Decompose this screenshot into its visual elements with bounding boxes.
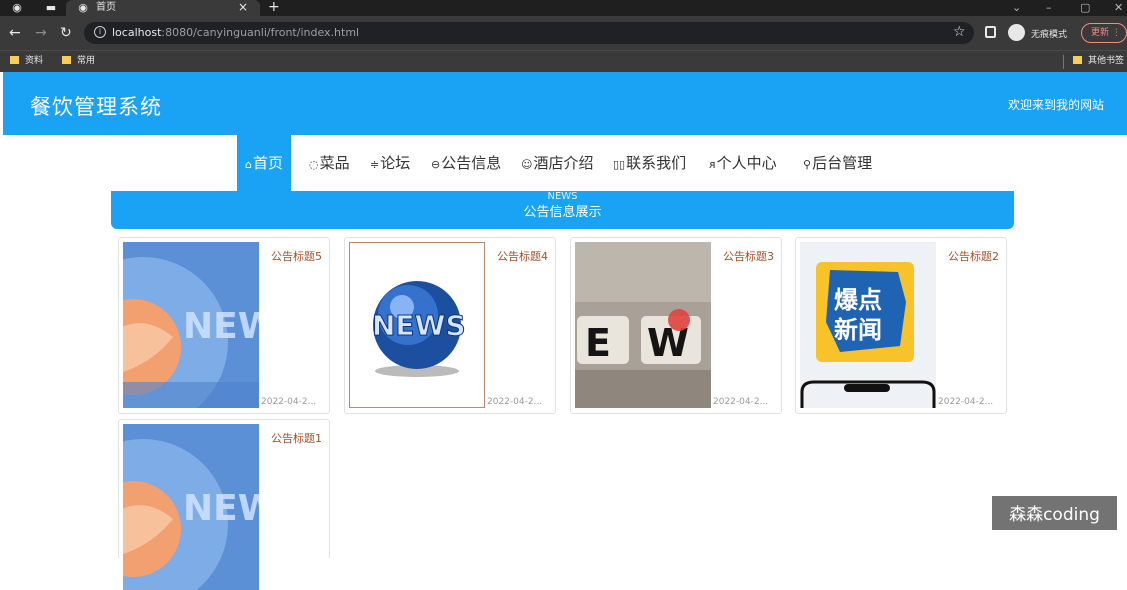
bookmark-ziliao[interactable]: 资料 <box>10 55 43 68</box>
nav-item-label: 个人中心 <box>716 154 777 172</box>
nav-item-label: 菜品 <box>319 154 350 172</box>
incognito-icon[interactable] <box>1008 24 1025 41</box>
card-date: 2022-04-2... <box>487 397 543 407</box>
news-word: NEWS <box>183 488 259 529</box>
bookmark-changyong[interactable]: 常用 <box>62 55 95 68</box>
card-title[interactable]: 公告标题5 <box>271 248 322 264</box>
dice-letter: E <box>585 321 611 365</box>
window-close-icon[interactable]: ✕ <box>1114 0 1123 15</box>
nav-item-dishes[interactable]: ◌菜品 <box>309 135 350 191</box>
nav-item-home[interactable]: ⌂首页 <box>237 135 291 191</box>
news-thumbnail[interactable]: NEWS <box>349 242 485 408</box>
forum-icon: ≑ <box>370 158 380 171</box>
video-watermark: 森森coding <box>992 496 1117 530</box>
new-tab-icon[interactable]: + <box>268 0 280 15</box>
maximize-icon[interactable]: ▢ <box>1080 0 1090 15</box>
nav-item-forum[interactable]: ≑论坛 <box>370 135 410 191</box>
folder-icon <box>1073 56 1082 64</box>
section-title-cn: 公告信息展示 <box>523 205 602 220</box>
announcement-icon: ⊖ <box>431 158 441 171</box>
site-title: 餐饮管理系统 <box>30 95 162 119</box>
bookmarks-bar: 资料 常用 其他书签 <box>0 50 1127 72</box>
nav-item-announcements[interactable]: ⊖公告信息 <box>431 135 501 191</box>
news-card[interactable]: NEWS 公告标题4 2022-04-2... <box>344 237 556 414</box>
news-thumbnail[interactable]: 爆点 新闻 <box>800 242 936 408</box>
bookmark-label: 资料 <box>25 56 44 66</box>
tab-overview-icon[interactable]: ▬ <box>44 1 58 15</box>
news-thumbnail[interactable]: NEWS <box>123 242 259 408</box>
card-title[interactable]: 公告标题3 <box>723 248 774 264</box>
browser-tab-strip: ◉ ▬ ◉ 首页 × + ⌄ – ▢ ✕ <box>0 0 1127 16</box>
update-button[interactable]: 更新 ⋮ <box>1081 23 1127 43</box>
news-card[interactable]: E W 公告标题3 2022-04-2... <box>570 237 782 414</box>
bookmark-star-icon[interactable]: ☆ <box>953 24 966 40</box>
news-card[interactable]: NEWS 公告标题5 2022-04-2... <box>118 237 330 414</box>
tab-favicon-icon: ◉ <box>78 1 88 14</box>
url-path: :8080/canyinguanli/front/index.html <box>161 26 360 39</box>
update-label: 更新 <box>1091 28 1110 38</box>
nav-item-label: 论坛 <box>380 154 411 172</box>
tab-title: 首页 <box>96 2 116 13</box>
side-panel-icon[interactable] <box>985 26 996 38</box>
minimize-icon[interactable]: – <box>1046 0 1052 15</box>
tab-close-icon[interactable]: × <box>238 0 248 15</box>
address-toolbar: ← → ↻ i localhost:8080/canyinguanli/fron… <box>0 16 1127 50</box>
folder-icon <box>62 56 71 64</box>
nav-item-label: 后台管理 <box>812 154 873 172</box>
nav-item-profile[interactable]: ᴙ个人中心 <box>709 135 777 191</box>
news-card[interactable]: NEWS 公告标题1 <box>118 419 330 590</box>
news-word: NEWS <box>372 309 466 342</box>
section-title-en: NEWS <box>547 191 578 202</box>
contact-icon: ▯▯ <box>613 158 626 171</box>
link-icon: ⚲ <box>803 158 812 171</box>
forward-arrow-icon[interactable]: → <box>35 24 47 42</box>
reload-icon[interactable]: ↻ <box>60 24 72 42</box>
other-bookmarks[interactable]: 其他书签 <box>1073 55 1124 68</box>
news-thumbnail[interactable]: E W <box>575 242 711 408</box>
bookmark-label: 常用 <box>77 56 96 66</box>
section-banner: NEWS 公告信息展示 <box>111 191 1014 229</box>
tab-search-icon[interactable]: ⌄ <box>1012 0 1021 15</box>
card-title[interactable]: 公告标题1 <box>271 430 322 446</box>
folder-icon <box>10 56 19 64</box>
site-header: 餐饮管理系统 欢迎来到我的网站 <box>3 72 1127 135</box>
back-arrow-icon[interactable]: ← <box>9 24 21 42</box>
news-card[interactable]: 爆点 新闻 公告标题2 2022-04-2... <box>795 237 1007 414</box>
bookmarks-divider <box>1063 55 1064 69</box>
nav-item-label: 首页 <box>252 154 283 172</box>
card-date: 2022-04-2... <box>261 397 317 407</box>
nav-item-admin[interactable]: ⚲后台管理 <box>803 135 872 191</box>
url-text[interactable]: localhost:8080/canyinguanli/front/index.… <box>112 26 359 40</box>
nav-item-label: 公告信息 <box>441 154 502 172</box>
news-thumbnail[interactable]: NEWS <box>123 424 259 590</box>
home-icon: ⌂ <box>245 158 252 171</box>
globe-icon[interactable]: ◉ <box>10 1 24 15</box>
url-host: localhost <box>112 26 162 39</box>
card-date: 2022-04-2... <box>713 397 769 407</box>
card-title[interactable]: 公告标题4 <box>497 248 548 264</box>
main-nav: ⌂首页 ◌菜品 ≑论坛 ⊖公告信息 ☺酒店介绍 ▯▯联系我们 ᴙ个人中心 ⚲后台… <box>0 135 1127 191</box>
nav-item-hotel-intro[interactable]: ☺酒店介绍 <box>521 135 593 191</box>
incognito-label: 无痕模式 <box>1031 30 1068 40</box>
hotel-icon: ☺ <box>521 158 533 171</box>
card-date: 2022-04-2... <box>938 397 994 407</box>
welcome-text: 欢迎来到我的网站 <box>1007 98 1104 112</box>
site-info-icon[interactable]: i <box>94 26 106 38</box>
breaking-text: 新闻 <box>834 316 882 344</box>
nav-item-contact[interactable]: ▯▯联系我们 <box>613 135 686 191</box>
dish-icon: ◌ <box>309 158 319 171</box>
user-icon: ᴙ <box>709 158 716 171</box>
nav-item-label: 酒店介绍 <box>533 154 594 172</box>
news-word: NEWS <box>183 306 259 347</box>
breaking-text: 爆点 <box>834 286 882 314</box>
other-bookmarks-label: 其他书签 <box>1088 56 1125 66</box>
card-title[interactable]: 公告标题2 <box>948 248 999 264</box>
nav-item-label: 联系我们 <box>626 154 687 172</box>
